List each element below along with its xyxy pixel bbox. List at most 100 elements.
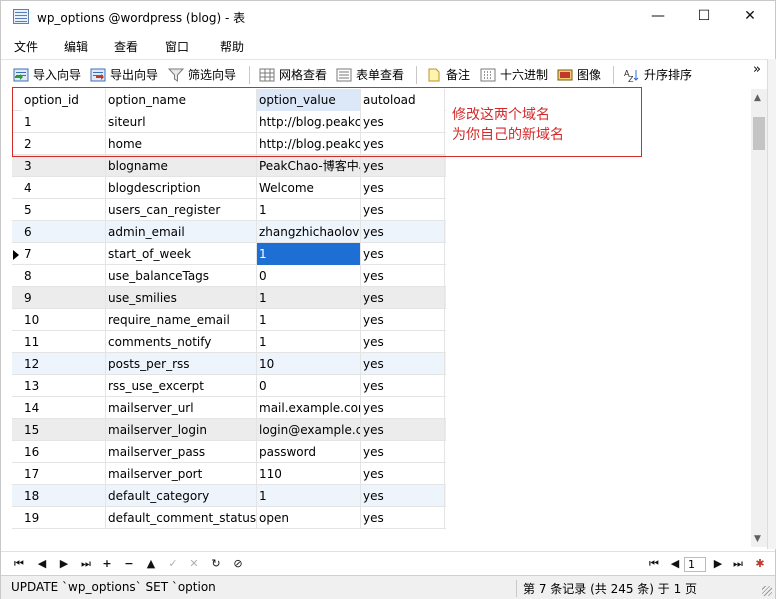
cell-autoload[interactable]: yes [361,375,445,397]
cell-option-id[interactable]: 4 [22,177,106,199]
delete-record-icon[interactable]: − [122,557,136,571]
table-row[interactable]: 7 start_of_week 1 yes [12,243,446,265]
first-record-icon[interactable]: ⏮ [12,557,26,571]
cell-option-value[interactable]: 10 [257,353,361,375]
menu-view[interactable]: 查看 [114,38,138,55]
table-row[interactable]: 18 default_category 1 yes [12,485,446,507]
cell-option-id[interactable]: 16 [22,441,106,463]
page-number-input[interactable]: 1 [684,557,706,572]
cell-option-value[interactable]: password [257,441,361,463]
grid-view-button[interactable]: 网格查看 [259,67,327,85]
cell-autoload[interactable]: yes [361,221,445,243]
prev-record-icon[interactable]: ◀ [35,557,49,571]
cell-option-id[interactable]: 5 [22,199,106,221]
last-page-icon[interactable]: ⏭ [731,557,745,571]
cell-option-value[interactable]: open [257,507,361,529]
table-row[interactable]: 8 use_balanceTags 0 yes [12,265,446,287]
cell-option-id[interactable]: 6 [22,221,106,243]
cell-option-name[interactable]: default_comment_status [106,507,257,529]
cell-autoload[interactable]: yes [361,287,445,309]
cell-option-value[interactable]: zhangzhichaolove@gmail.com [257,221,361,243]
cell-option-name[interactable]: comments_notify [106,331,257,353]
add-record-icon[interactable]: + [100,557,114,571]
cell-option-name[interactable]: mailserver_pass [106,441,257,463]
cell-autoload[interactable]: yes [361,177,445,199]
cell-autoload[interactable]: yes [361,485,445,507]
settings-icon[interactable]: ✱ [753,557,767,571]
cell-option-value[interactable]: 1 [257,331,361,353]
cell-option-name[interactable]: rss_use_excerpt [106,375,257,397]
cell-option-value[interactable]: login@example.com [257,419,361,441]
cell-autoload[interactable]: yes [361,353,445,375]
table-row[interactable]: 16 mailserver_pass password yes [12,441,446,463]
table-row[interactable]: 4 blogdescription Welcome yes [12,177,446,199]
table-row[interactable]: 9 use_smilies 1 yes [12,287,446,309]
cell-autoload[interactable]: yes [361,419,445,441]
table-row[interactable]: 14 mailserver_url mail.example.com yes [12,397,446,419]
table-row[interactable]: 19 default_comment_status open yes [12,507,446,529]
cell-autoload[interactable]: yes [361,331,445,353]
cell-option-value[interactable]: 1 [257,199,361,221]
resize-grip-icon[interactable] [762,586,772,596]
cell-autoload[interactable]: yes [361,155,445,177]
cell-option-name[interactable]: require_name_email [106,309,257,331]
maximize-button[interactable]: ☐ [681,1,727,32]
apply-icon[interactable]: ✓ [166,557,180,571]
cell-option-value[interactable]: 0 [257,375,361,397]
cell-option-value[interactable]: 0 [257,265,361,287]
close-button[interactable]: ✕ [727,1,773,32]
cell-option-name[interactable]: mailserver_login [106,419,257,441]
cell-option-name[interactable]: use_balanceTags [106,265,257,287]
cell-option-name[interactable]: users_can_register [106,199,257,221]
cell-autoload[interactable]: yes [361,265,445,287]
menu-window[interactable]: 窗口 [165,38,189,55]
minimize-button[interactable]: — [635,1,681,32]
export-wizard-button[interactable]: 导出向导 [90,67,158,85]
refresh-icon[interactable]: ↻ [209,557,223,571]
cell-option-name[interactable]: blogname [106,155,257,177]
cell-autoload[interactable]: yes [361,507,445,529]
table-row[interactable]: 13 rss_use_excerpt 0 yes [12,375,446,397]
toolbar-overflow-button[interactable]: » [753,62,761,80]
collapse-icon[interactable]: ▲ [144,557,158,571]
cell-option-name[interactable]: mailserver_url [106,397,257,419]
cell-option-id[interactable]: 9 [22,287,106,309]
menu-edit[interactable]: 编辑 [64,38,88,55]
cell-option-name[interactable]: start_of_week [106,243,257,265]
cell-option-id[interactable]: 7 [22,243,106,265]
table-row[interactable]: 10 require_name_email 1 yes [12,309,446,331]
import-wizard-button[interactable]: 导入向导 [13,67,81,85]
hex-button[interactable]: 十六进制 [480,67,548,85]
cell-option-value[interactable]: PeakChao-博客中心 [257,155,361,177]
cell-option-id[interactable]: 11 [22,331,106,353]
cell-option-value[interactable]: mail.example.com [257,397,361,419]
cell-option-id[interactable]: 3 [22,155,106,177]
cell-option-value[interactable]: 1 [257,243,361,265]
cell-option-id[interactable]: 12 [22,353,106,375]
cell-option-id[interactable]: 18 [22,485,106,507]
vertical-scrollbar[interactable]: ▲ ▼ [751,89,767,547]
table-row[interactable]: 15mailserver_loginlogin@example.comyes [12,419,446,441]
cell-option-id[interactable]: 13 [22,375,106,397]
cell-option-name[interactable]: mailserver_port [106,463,257,485]
cell-autoload[interactable]: yes [361,309,445,331]
scroll-thumb[interactable] [753,117,765,150]
cell-autoload[interactable]: yes [361,199,445,221]
cell-autoload[interactable]: yes [361,243,445,265]
cell-option-value[interactable]: 1 [257,309,361,331]
form-view-button[interactable]: 表单查看 [336,67,404,85]
next-record-icon[interactable]: ▶ [57,557,71,571]
memo-button[interactable]: 备注 [426,67,470,85]
table-row[interactable]: 3 blogname PeakChao-博客中心 yes [12,155,446,177]
cell-autoload[interactable]: yes [361,463,445,485]
cell-option-id[interactable]: 17 [22,463,106,485]
cell-option-name[interactable]: use_smilies [106,287,257,309]
filter-wizard-button[interactable]: 筛选向导 [167,67,236,85]
cell-autoload[interactable]: yes [361,397,445,419]
table-row[interactable]: 12 posts_per_rss 10 yes [12,353,446,375]
cell-option-id[interactable]: 15 [22,419,106,441]
cell-option-value[interactable]: 1 [257,485,361,507]
stop-icon[interactable]: ⊘ [231,557,245,571]
last-record-icon[interactable]: ⏭ [79,557,93,571]
cell-option-name[interactable]: blogdescription [106,177,257,199]
